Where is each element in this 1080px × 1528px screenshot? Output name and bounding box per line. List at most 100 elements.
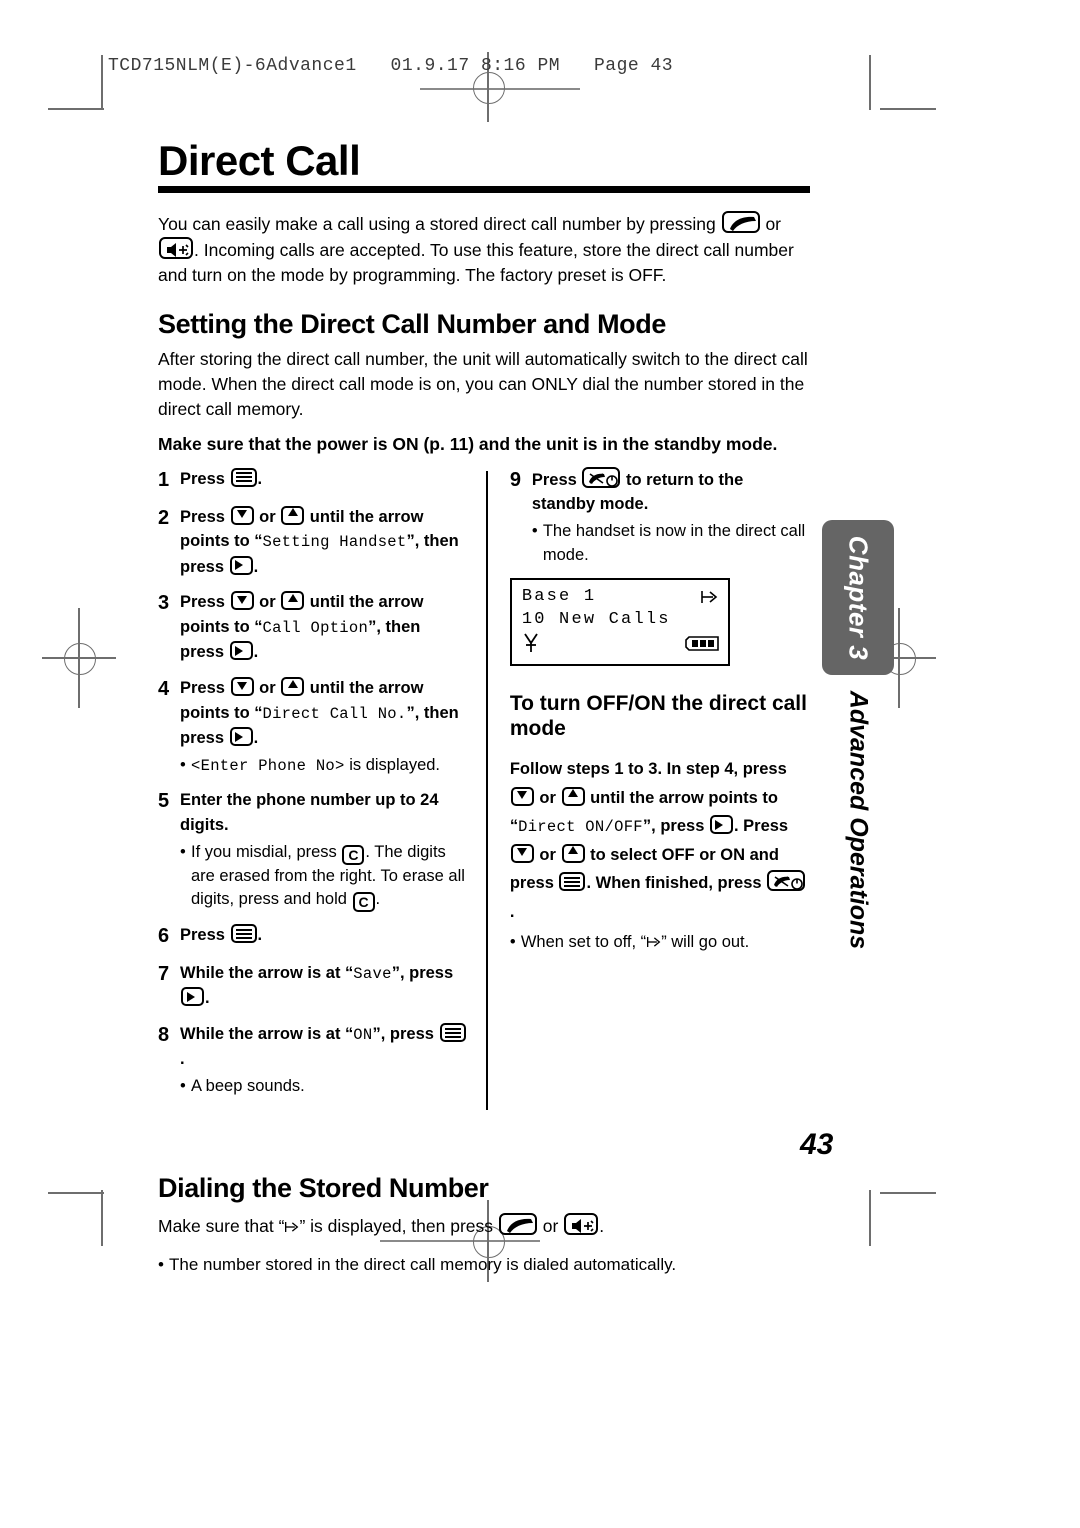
step-1: 1 Press . <box>158 467 468 494</box>
step-4: 4 Press or until the arrow points to “Di… <box>158 676 468 777</box>
dialing-text-d: . <box>599 1216 605 1237</box>
step-6-text-a: Press <box>180 926 230 945</box>
lcd-line-1: Base 1 <box>521 586 597 606</box>
intro-text-a: You can easily make a call using a store… <box>158 214 721 234</box>
subsection-bullet-text: When set to off, “ ” will go out. <box>521 931 810 954</box>
subsection-bullet: • When set to off, “ ” will go out. <box>510 931 810 954</box>
step-9: 9 Press to return to the standby mode. •… <box>509 466 810 567</box>
dialing-text-c: or <box>537 1216 564 1237</box>
direct-call-arrow-icon <box>646 935 661 949</box>
right-arrow-key-icon <box>229 727 253 747</box>
bullet-dot: • <box>509 933 516 951</box>
step-3-lcd-label: Call Option <box>262 619 369 638</box>
up-arrow-key-icon <box>281 505 305 525</box>
crop-mark-bottom-left-horizontal <box>48 1192 104 1194</box>
step-2-body: Press or until the arrow points to “Sett… <box>180 505 468 580</box>
step-8-lcd-label: ON <box>353 1026 373 1045</box>
talk-key-icon <box>721 211 760 233</box>
step-6-number: 6 <box>158 925 170 948</box>
step-5-text: Enter the phone number up to 24 digits. <box>180 791 439 835</box>
step-2: 2 Press or until the arrow points to “Se… <box>158 505 468 580</box>
direct-call-arrow-icon <box>284 1220 299 1234</box>
section-heading-setting: Setting the Direct Call Number and Mode <box>158 308 666 339</box>
sub-text-9: . <box>509 902 515 921</box>
step-8-number: 8 <box>158 1024 170 1047</box>
right-arrow-key-icon <box>229 555 253 575</box>
step-1-body: Press . <box>180 467 468 494</box>
intro-text-c: . Incoming calls are accepted. To use th… <box>158 239 794 285</box>
step-1-text-a: Press <box>180 469 230 488</box>
chapter-tab: Chapter 3 <box>822 520 894 675</box>
step-9-bullet-text: The handset is now in the direct call mo… <box>542 522 806 564</box>
power-on-note: Make sure that the power is ON (p. 11) a… <box>158 433 778 454</box>
step-5-bullet-c: . <box>375 890 381 909</box>
step-8: 8 While the arrow is at “ON”, press . • A… <box>158 1022 468 1098</box>
step-7-lcd-label: Save <box>353 965 392 984</box>
bullet-dot: • <box>531 522 538 541</box>
step-5-bullet-a: If you misdial, press <box>191 842 342 861</box>
print-slug: TCD715NLM(E)-6Advance1 01.9.17 8:16 PM P… <box>108 56 674 76</box>
registration-mark-left <box>42 608 116 708</box>
antenna-icon <box>522 632 540 659</box>
chapter-subtitle-label: Advanced Operations <box>844 690 873 950</box>
off-key-icon <box>767 870 806 892</box>
step-4-bullet: • <Enter Phone No> is displayed. <box>180 754 468 777</box>
page-content: Direct Call You can easily make a call u… <box>158 140 810 1277</box>
menu-key-icon <box>230 924 257 944</box>
menu-key-icon <box>559 872 586 892</box>
step-3-number: 3 <box>158 592 170 615</box>
step-1-number: 1 <box>158 468 170 491</box>
step-7-text-c: . <box>205 989 210 1008</box>
page-title: Direct Call <box>158 137 361 184</box>
step-9-number: 9 <box>509 468 521 491</box>
sub-text-6: or <box>534 845 561 864</box>
sub-text-8: . When finished, press <box>586 874 767 893</box>
step-3: 3 Press or until the arrow points to “Ca… <box>158 590 468 665</box>
down-arrow-key-icon <box>230 505 254 525</box>
lcd-display-illustration: Base 1 10 New Calls <box>509 577 730 666</box>
step-2-number: 2 <box>158 506 170 529</box>
down-arrow-key-icon <box>230 591 254 611</box>
menu-key-icon <box>439 1023 466 1043</box>
step-2-text-a: Press <box>180 507 230 526</box>
dialing-text-b: ” is displayed, then press <box>299 1216 498 1237</box>
off-key-icon <box>582 466 621 488</box>
sub-text-2: or <box>534 788 561 807</box>
sub-text-1: Follow steps 1 to 3. In step 4, press <box>509 760 787 779</box>
step-4-text-e: . <box>253 729 259 748</box>
down-arrow-key-icon <box>510 786 534 806</box>
step-7-body: While the arrow is at “Save”, press . <box>180 961 468 1011</box>
right-arrow-key-icon <box>229 641 253 661</box>
subsection-instructions: Follow steps 1 to 3. In step 4, press or… <box>510 755 810 926</box>
step-4-text-b: or <box>254 679 281 698</box>
bullet-dot: • <box>180 842 186 861</box>
step-8-text-a: While the arrow is at “ <box>180 1025 354 1044</box>
up-arrow-key-icon <box>281 677 305 697</box>
step-6-text-b: . <box>257 926 263 945</box>
step-2-text-b: or <box>254 507 281 526</box>
step-3-text-b: or <box>254 593 281 612</box>
dialing-instruction: Make sure that “ ” is displayed, then pre… <box>158 1213 810 1239</box>
manual-page: TCD715NLM(E)-6Advance1 01.9.17 8:16 PM P… <box>0 0 1080 1528</box>
up-arrow-key-icon <box>281 591 305 611</box>
down-arrow-key-icon <box>510 843 534 863</box>
clear-key-icon: C <box>352 892 375 913</box>
steps-left-column: 1 Press . 2 Press or until the arrow poi… <box>158 467 486 1110</box>
step-7: 7 While the arrow is at “Save”, press . <box>158 961 468 1011</box>
step-4-bullet-tail: is displayed. <box>344 755 441 774</box>
sub-text-5: . Press <box>733 817 789 836</box>
steps-two-column-area: 1 Press . 2 Press or until the arrow poi… <box>158 466 810 1110</box>
step-1-text-b: . <box>257 469 263 488</box>
step-3-text-a: Press <box>180 593 230 612</box>
dialing-bullet-text: The number stored in the direct call mem… <box>169 1255 677 1275</box>
step-3-body: Press or until the arrow points to “Call… <box>180 590 468 665</box>
step-4-bullet-text: <Enter Phone No> is displayed. <box>191 754 468 777</box>
step-5-bullet-text: If you misdial, press C. The digits are … <box>191 841 468 913</box>
up-arrow-key-icon <box>561 843 585 863</box>
step-4-body: Press or until the arrow points to “Dire… <box>180 676 468 777</box>
intro-text-b: or <box>760 214 782 234</box>
lcd-line-2: 10 New Calls <box>521 609 671 629</box>
crop-mark-top-right-vertical <box>869 55 871 110</box>
talk-key-icon <box>498 1213 537 1236</box>
title-underline-rule <box>158 186 810 193</box>
